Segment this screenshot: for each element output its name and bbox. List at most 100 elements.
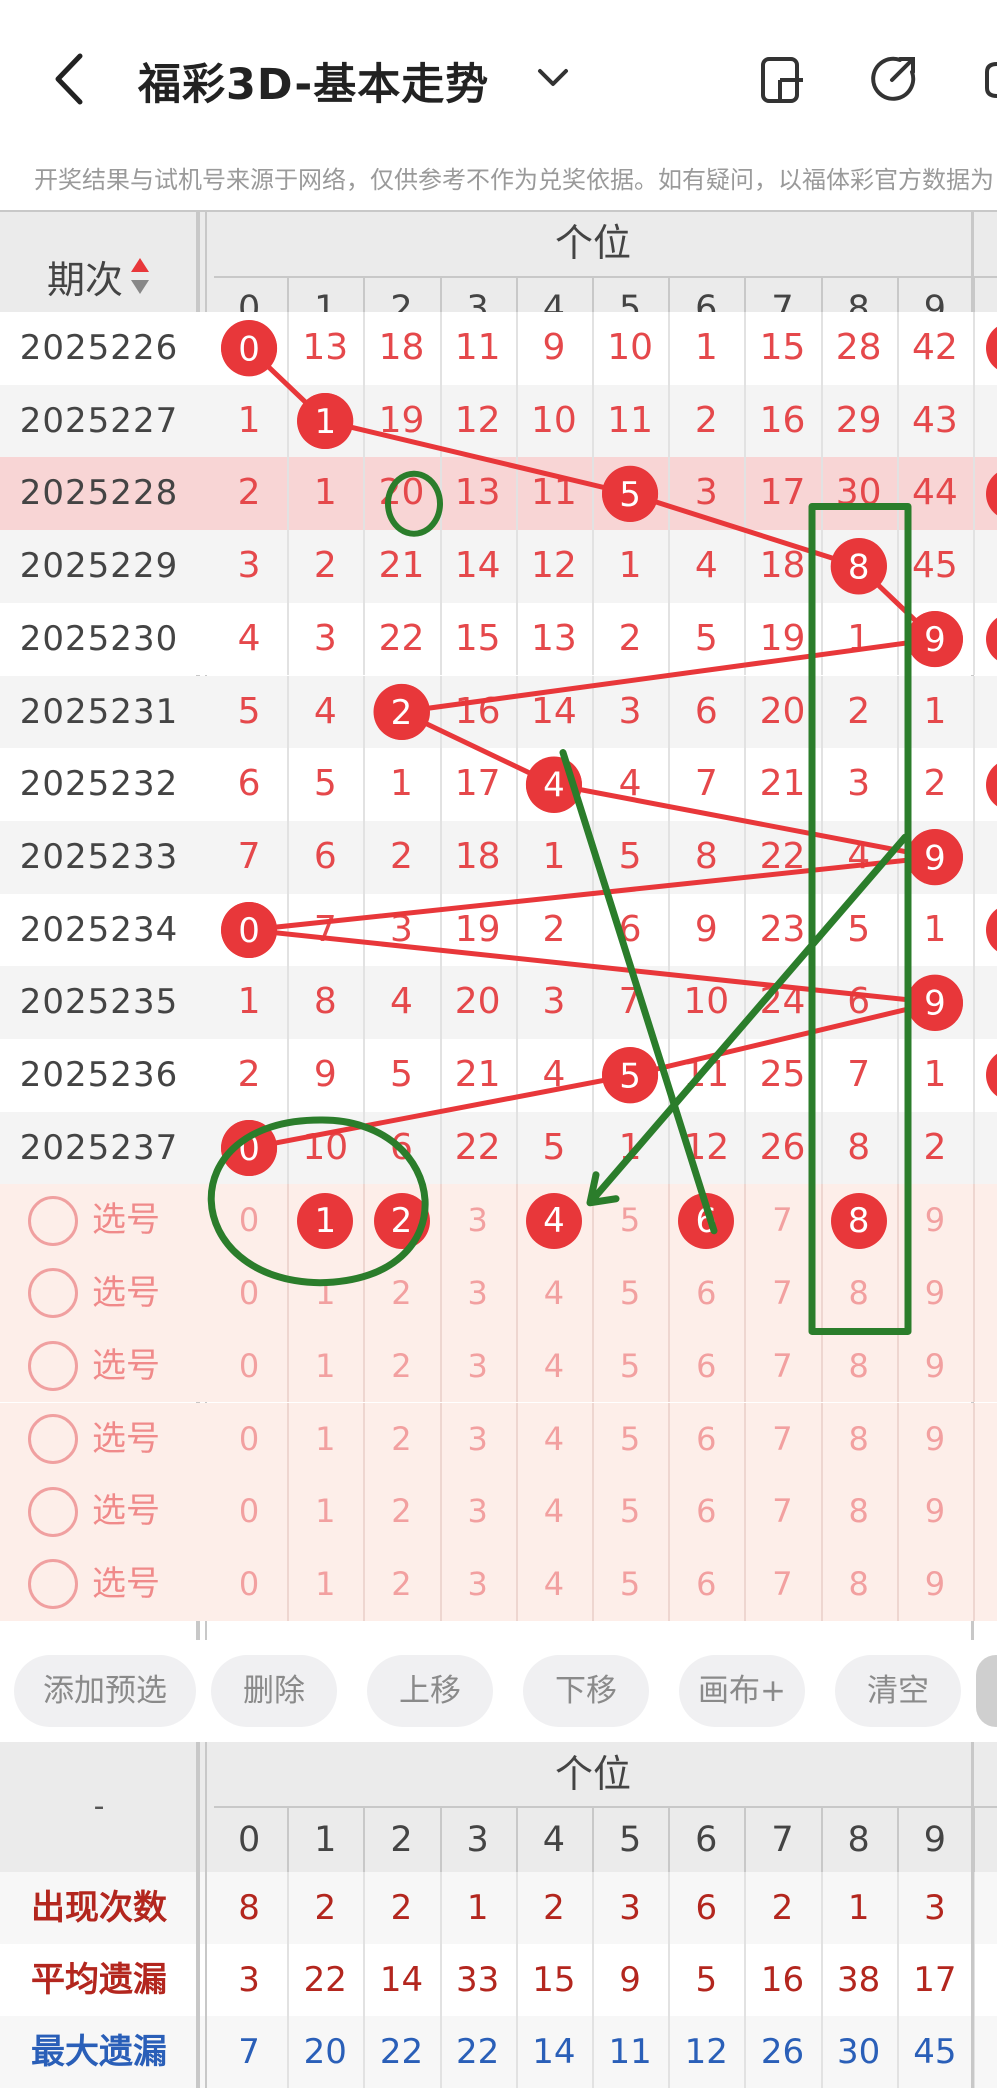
- selection-row[interactable]: 选号 0 1 2 3 4 5 6 7 8 9: [0, 1547, 997, 1621]
- selectable-digit[interactable]: 8: [821, 1257, 897, 1329]
- select-label[interactable]: 选号: [92, 1548, 160, 1620]
- selectable-digit[interactable]: 6: [668, 1475, 744, 1547]
- selectable-digit[interactable]: 8: [821, 1475, 897, 1547]
- selectable-digit[interactable]: 6: [668, 1548, 744, 1620]
- selectable-digit[interactable]: 8: [821, 1548, 897, 1620]
- toolbar-button-4[interactable]: 画布+: [679, 1655, 805, 1727]
- selectable-digit[interactable]: 1: [287, 1475, 363, 1547]
- period-number: 2025228: [19, 473, 179, 514]
- selection-row[interactable]: 选号 0 1 2 3 4 5 6 7 8 9: [0, 1329, 997, 1403]
- trend-table: 期次 个位 0123456789 2025226 0 13 18 11 9 10 1 15 28 4…: [0, 210, 997, 1640]
- omission-value: 1: [313, 472, 337, 514]
- toolbar-button-0[interactable]: 添加预选: [14, 1655, 196, 1727]
- selectable-digit[interactable]: 6: [668, 1330, 744, 1402]
- omission-value: 2: [313, 545, 337, 587]
- selectable-digit[interactable]: 7: [744, 1257, 820, 1329]
- selectable-digit[interactable]: 0: [211, 1184, 287, 1256]
- selectable-digit[interactable]: 5: [592, 1330, 668, 1402]
- stats-value: 3: [924, 1888, 946, 1928]
- selectable-digit[interactable]: 1: [287, 1257, 363, 1329]
- selectable-digit[interactable]: 9: [897, 1548, 973, 1620]
- select-radio[interactable]: [28, 1559, 78, 1610]
- device-icon[interactable]: [760, 56, 806, 104]
- select-radio[interactable]: [28, 1341, 78, 1392]
- selectable-digit[interactable]: 0: [211, 1257, 287, 1329]
- omission-value: 8: [313, 981, 337, 1023]
- select-radio[interactable]: [28, 1486, 78, 1537]
- selectable-digit[interactable]: 0: [211, 1330, 287, 1402]
- omission-value: 19: [759, 617, 806, 659]
- select-label[interactable]: 选号: [92, 1403, 160, 1475]
- selectable-digit[interactable]: 4: [516, 1475, 592, 1547]
- selectable-digit[interactable]: 6: [668, 1403, 744, 1475]
- more-icon[interactable]: [985, 60, 997, 100]
- back-icon[interactable]: [52, 52, 88, 106]
- selectable-digit[interactable]: 4: [516, 1548, 592, 1620]
- selectable-digit[interactable]: 7: [744, 1184, 820, 1256]
- selectable-digit[interactable]: 7: [744, 1475, 820, 1547]
- selectable-digit[interactable]: 8: [821, 1403, 897, 1475]
- selectable-digit[interactable]: 3: [440, 1330, 516, 1402]
- selectable-digit[interactable]: 3: [440, 1403, 516, 1475]
- selectable-digit[interactable]: 9: [897, 1184, 973, 1256]
- selectable-digit[interactable]: 4: [516, 1257, 592, 1329]
- selection-row[interactable]: 选号 0 1 2 3 4 5 6 7 8 9: [0, 1475, 997, 1548]
- selectable-digit[interactable]: 2: [363, 1330, 439, 1402]
- selectable-digit[interactable]: 7: [744, 1403, 820, 1475]
- share-icon[interactable]: [870, 54, 918, 102]
- selectable-digit[interactable]: 2: [363, 1257, 439, 1329]
- selectable-digit[interactable]: 0: [211, 1403, 287, 1475]
- toolbar-button-2[interactable]: 上移: [367, 1655, 493, 1727]
- selectable-digit[interactable]: 5: [592, 1257, 668, 1329]
- selectable-digit[interactable]: 9: [897, 1403, 973, 1475]
- selectable-digit[interactable]: 9: [897, 1257, 973, 1329]
- selectable-digit[interactable]: 2: [363, 1403, 439, 1475]
- selectable-digit[interactable]: 4: [516, 1403, 592, 1475]
- select-label[interactable]: 选号: [92, 1330, 160, 1402]
- chevron-down-icon[interactable]: [536, 66, 570, 90]
- selectable-digit[interactable]: 3: [440, 1184, 516, 1256]
- picked-ball[interactable]: 6: [678, 1192, 735, 1249]
- selection-row[interactable]: 选号 0 1 2 3 4 5 6 7 8 9: [0, 1402, 997, 1476]
- selectable-digit[interactable]: 5: [592, 1475, 668, 1547]
- toolbar-button-3[interactable]: 下移: [523, 1655, 649, 1727]
- toolbar-more-button[interactable]: [976, 1655, 997, 1727]
- select-label[interactable]: 选号: [92, 1184, 160, 1256]
- selectable-digit[interactable]: 7: [744, 1548, 820, 1620]
- next-col-ball: [986, 831, 997, 883]
- winning-ball: 9: [906, 974, 963, 1031]
- page-title[interactable]: 福彩3D-基本走势: [138, 50, 489, 112]
- selectable-digit[interactable]: 5: [592, 1548, 668, 1620]
- selectable-digit[interactable]: 6: [668, 1257, 744, 1329]
- picked-ball[interactable]: 1: [297, 1192, 354, 1249]
- picked-ball[interactable]: 8: [830, 1192, 887, 1249]
- select-radio[interactable]: [28, 1195, 78, 1246]
- selectable-digit[interactable]: 3: [440, 1548, 516, 1620]
- select-radio[interactable]: [28, 1268, 78, 1319]
- selectable-digit[interactable]: 9: [897, 1475, 973, 1547]
- selectable-digit[interactable]: 2: [363, 1475, 439, 1547]
- picked-ball[interactable]: 4: [525, 1192, 582, 1249]
- selectable-digit[interactable]: 1: [287, 1403, 363, 1475]
- selectable-digit[interactable]: 0: [211, 1475, 287, 1547]
- selectable-digit[interactable]: 8: [821, 1330, 897, 1402]
- selectable-digit[interactable]: 0: [211, 1548, 287, 1620]
- select-radio[interactable]: [28, 1413, 78, 1464]
- select-label[interactable]: 选号: [92, 1257, 160, 1329]
- selection-row[interactable]: 选号 0 1 2 3 4 5 6 7 8 9: [0, 1257, 997, 1330]
- selectable-digit[interactable]: 1: [287, 1330, 363, 1402]
- selectable-digit[interactable]: 5: [592, 1403, 668, 1475]
- selection-row[interactable]: 选号 0 1 2 3 4 5 6 7 8 9: [0, 1184, 997, 1258]
- selectable-digit[interactable]: 5: [592, 1184, 668, 1256]
- selectable-digit[interactable]: 3: [440, 1257, 516, 1329]
- selectable-digit[interactable]: 7: [744, 1330, 820, 1402]
- toolbar-button-5[interactable]: 清空: [835, 1655, 961, 1727]
- select-label[interactable]: 选号: [92, 1475, 160, 1547]
- picked-ball[interactable]: 2: [373, 1192, 430, 1249]
- selectable-digit[interactable]: 3: [440, 1475, 516, 1547]
- selectable-digit[interactable]: 1: [287, 1548, 363, 1620]
- toolbar-button-1[interactable]: 删除: [211, 1655, 337, 1727]
- selectable-digit[interactable]: 9: [897, 1330, 973, 1402]
- selectable-digit[interactable]: 2: [363, 1548, 439, 1620]
- selectable-digit[interactable]: 4: [516, 1330, 592, 1402]
